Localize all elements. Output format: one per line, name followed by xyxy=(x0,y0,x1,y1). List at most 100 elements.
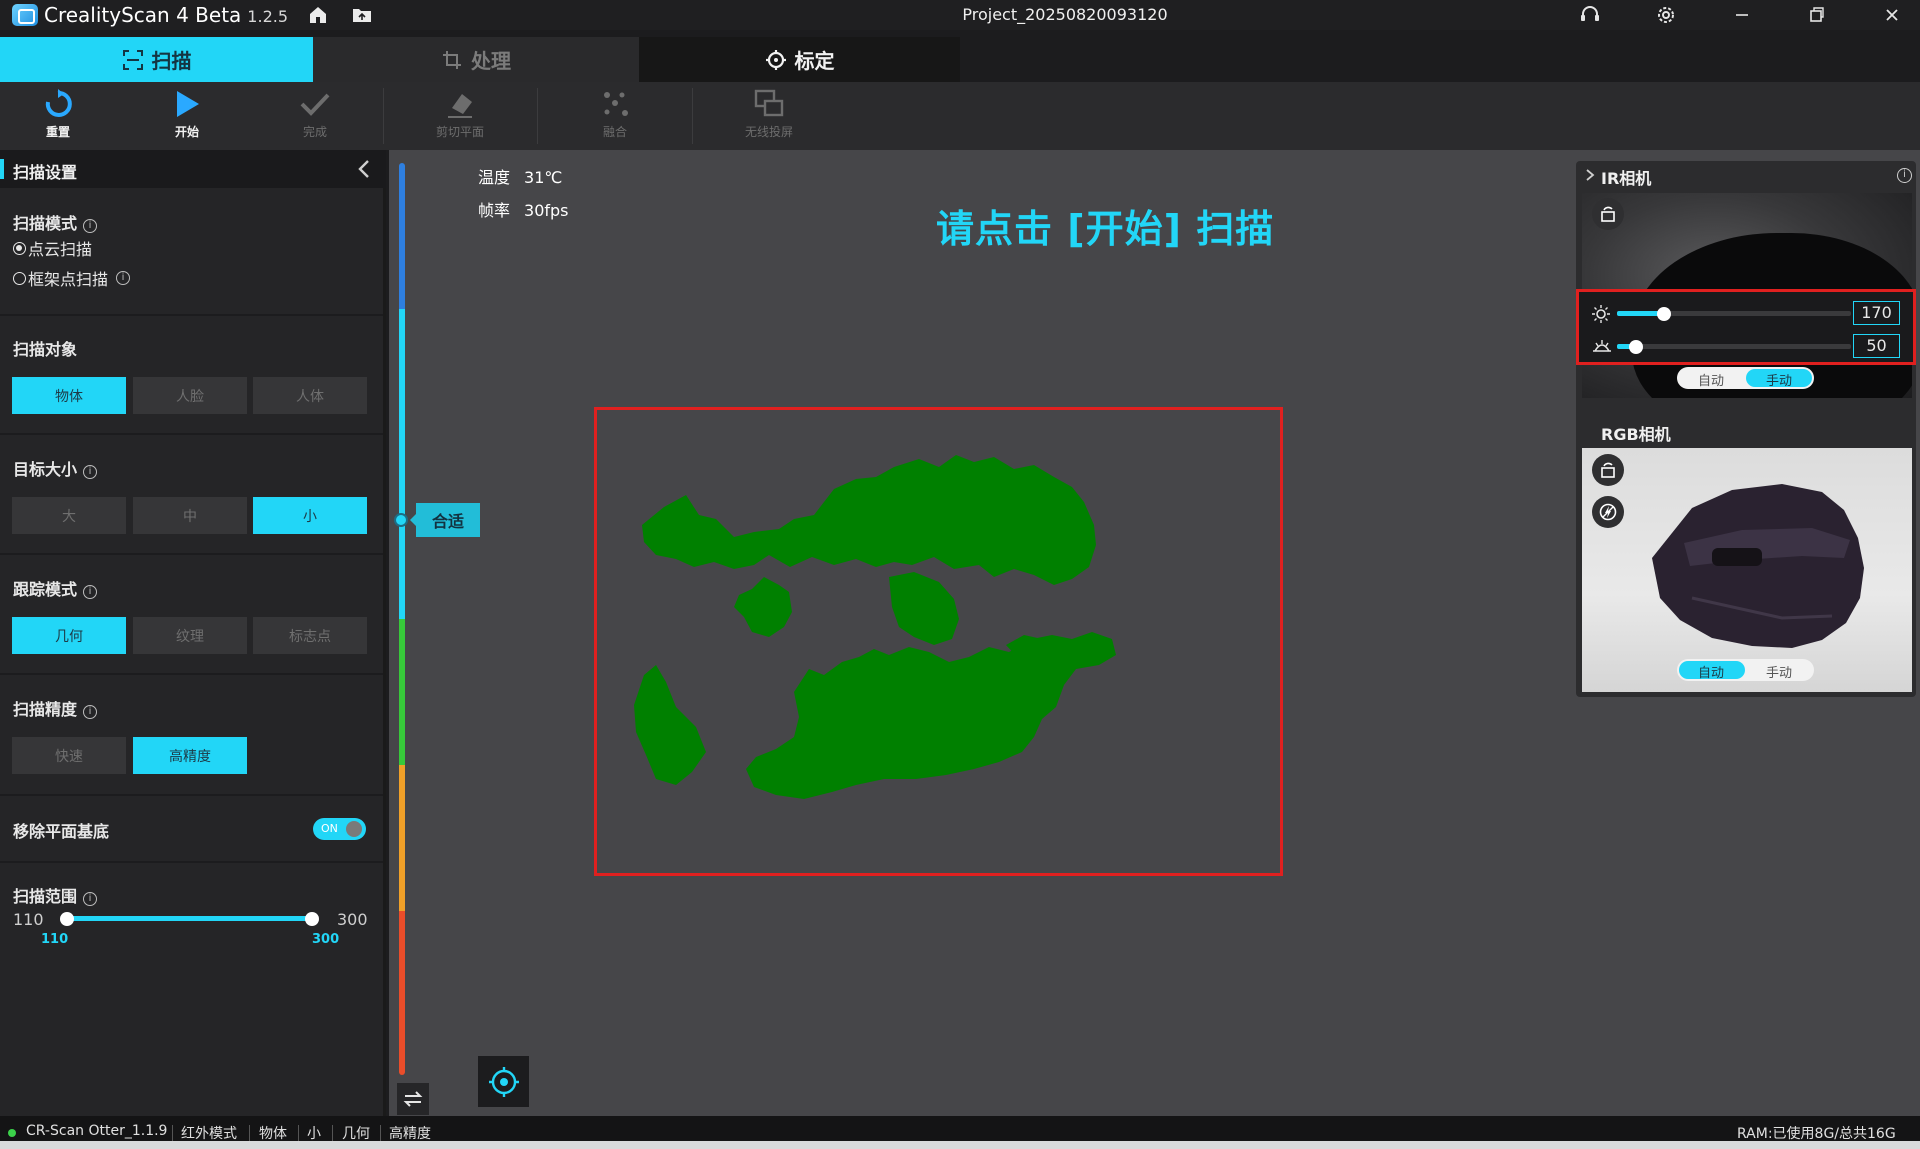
title-bar: CrealityScan 4 Beta 1.2.5 Project_2025082… xyxy=(0,0,1920,30)
crosshair-icon xyxy=(765,49,786,70)
status-separator xyxy=(332,1125,333,1141)
radio-frame-point[interactable]: 框架点扫描 i xyxy=(13,266,131,290)
rgb-flash-off-button[interactable] xyxy=(1592,496,1624,528)
info-icon[interactable]: i xyxy=(83,892,98,906)
status-separator xyxy=(298,1125,299,1141)
section-divider xyxy=(0,433,383,435)
rgb-mode-switch[interactable]: 自动 手动 xyxy=(1677,659,1814,681)
scan-object-title: 扫描对象 xyxy=(13,340,78,359)
minimize-icon[interactable] xyxy=(1730,3,1754,27)
rgb-mode-manual[interactable]: 手动 xyxy=(1747,662,1811,681)
cast-icon xyxy=(754,89,784,117)
swap-view-button[interactable] xyxy=(397,1083,429,1115)
recenter-view-button[interactable] xyxy=(478,1056,529,1107)
toggle-knob xyxy=(346,821,362,837)
object-option-face[interactable]: 人脸 xyxy=(133,377,247,414)
rgb-rotate-button[interactable] xyxy=(1592,454,1624,486)
device-name: CR-Scan Otter_1.1.9 xyxy=(26,1123,168,1139)
play-icon xyxy=(177,91,199,117)
target-locate-icon xyxy=(488,1066,519,1097)
ir-camera-title: IR相机 xyxy=(1601,169,1652,188)
info-icon[interactable]: i xyxy=(83,465,98,479)
ir-mode-manual[interactable]: 手动 xyxy=(1747,370,1811,389)
section-divider xyxy=(0,553,383,555)
exposure-value-box[interactable]: 50 xyxy=(1853,334,1900,358)
cut-plane-label: 剪切平面 xyxy=(435,125,484,139)
scan-range-low-handle[interactable] xyxy=(60,912,74,926)
section-divider xyxy=(0,314,383,316)
scan-range-high-value: 300 xyxy=(312,932,340,947)
distance-gauge xyxy=(399,163,405,1075)
ir-expand-chevron-icon[interactable] xyxy=(1584,168,1596,182)
header-accent-bar xyxy=(0,159,4,179)
ir-mode-auto[interactable]: 自动 xyxy=(1679,370,1743,389)
reset-button[interactable]: 重置 xyxy=(18,88,98,140)
info-icon[interactable]: i xyxy=(83,585,98,599)
remove-plane-toggle[interactable]: ON xyxy=(313,818,366,840)
toggle-on-label: ON xyxy=(321,822,338,835)
ir-mode-switch[interactable]: 自动 手动 xyxy=(1677,367,1814,389)
rgb-camera-feed xyxy=(1582,448,1912,692)
object-option-body[interactable]: 人体 xyxy=(253,377,367,414)
object-option-object[interactable]: 物体 xyxy=(12,377,126,414)
start-button[interactable]: 开始 xyxy=(147,88,227,140)
cut-plane-button[interactable]: 剪切平面 xyxy=(420,88,500,140)
temperature-value: 31℃ xyxy=(524,168,563,187)
collapse-chevron-icon[interactable] xyxy=(355,158,373,180)
tab-calibrate[interactable]: 标定 xyxy=(639,37,960,82)
exposure-slider-track[interactable] xyxy=(1617,344,1851,349)
remove-plane-title: 移除平面基底 xyxy=(13,822,110,841)
exposure-slider-handle[interactable] xyxy=(1629,340,1643,354)
tab-scan[interactable]: 扫描 xyxy=(0,37,313,82)
brightness-slider-handle[interactable] xyxy=(1657,307,1671,321)
device-connected-indicator xyxy=(8,1129,16,1137)
brightness-value-box[interactable]: 170 xyxy=(1853,301,1900,325)
ir-info-icon[interactable]: i xyxy=(1897,168,1912,183)
info-icon[interactable]: i xyxy=(83,219,98,233)
framerate-readout: 帧率 30fps xyxy=(478,201,569,220)
close-icon[interactable] xyxy=(1880,3,1904,27)
ir-rotate-button[interactable] xyxy=(1592,198,1624,230)
precision-option-fast[interactable]: 快速 xyxy=(12,737,126,774)
restore-icon[interactable] xyxy=(1804,3,1828,27)
toolbar-divider xyxy=(537,88,538,144)
size-option-small[interactable]: 小 xyxy=(253,497,367,534)
status-object: 物体 xyxy=(259,1126,287,1142)
info-icon[interactable]: i xyxy=(116,271,131,285)
precision-option-high[interactable]: 高精度 xyxy=(133,737,247,774)
wireless-cast-button[interactable]: 无线投屏 xyxy=(729,88,809,140)
tab-process-label: 处理 xyxy=(471,49,511,73)
size-option-large[interactable]: 大 xyxy=(12,497,126,534)
tracking-option-geometry[interactable]: 几何 xyxy=(12,617,126,654)
fuse-label: 融合 xyxy=(602,125,627,139)
target-size-title: 目标大小 i xyxy=(13,456,98,480)
scan-range-title: 扫描范围 i xyxy=(13,883,98,907)
rgb-mode-auto[interactable]: 自动 xyxy=(1679,662,1743,681)
scan-range-track[interactable] xyxy=(66,916,314,921)
scan-range-high-handle[interactable] xyxy=(305,912,319,926)
rotate-icon xyxy=(1601,206,1615,222)
size-option-medium[interactable]: 中 xyxy=(133,497,247,534)
scan-settings-panel: 扫描设置 扫描模式 i 点云扫描 框架点扫描 i 扫描对象 物体 人脸 人体 目标大… xyxy=(0,150,386,1116)
tab-process[interactable]: 处理 xyxy=(313,37,639,82)
scan-toolbar: 重置 开始 完成 剪切平面 融合 无线投屏 xyxy=(0,82,1920,150)
section-divider xyxy=(0,794,383,796)
toolbar-divider xyxy=(383,88,384,144)
tracking-option-marker[interactable]: 标志点 xyxy=(253,617,367,654)
support-headset-icon[interactable] xyxy=(1578,3,1602,27)
wireless-cast-label: 无线投屏 xyxy=(744,125,793,139)
reset-icon xyxy=(45,89,72,117)
rgb-mouse-object-image xyxy=(1652,484,1864,648)
rotate-icon xyxy=(1601,462,1615,478)
section-divider xyxy=(0,861,383,863)
fuse-button[interactable]: 融合 xyxy=(575,88,655,140)
tab-calibrate-label: 标定 xyxy=(794,49,835,73)
rgb-camera-title: RGB相机 xyxy=(1601,425,1671,444)
tracking-option-texture[interactable]: 纹理 xyxy=(133,617,247,654)
radio-point-cloud[interactable]: 点云扫描 xyxy=(13,236,92,260)
settings-gear-icon[interactable] xyxy=(1654,3,1678,27)
status-precision: 高精度 xyxy=(389,1126,431,1142)
info-icon[interactable]: i xyxy=(83,705,98,719)
scan-settings-title: 扫描设置 xyxy=(13,163,78,182)
finish-button[interactable]: 完成 xyxy=(275,88,355,140)
